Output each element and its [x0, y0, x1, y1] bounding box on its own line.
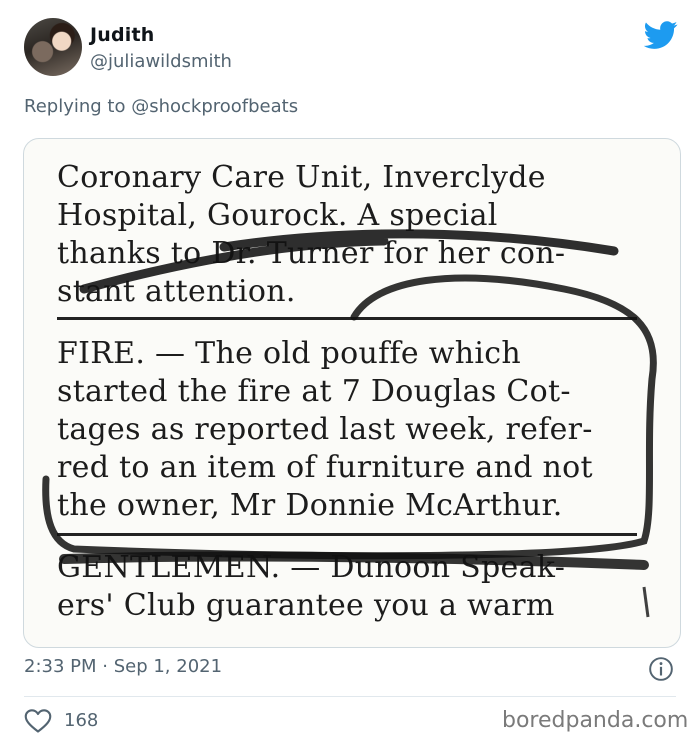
author-handle[interactable]: @juliawildsmith	[90, 51, 232, 72]
heart-icon[interactable]	[24, 708, 52, 734]
divider	[24, 696, 676, 697]
replying-mention[interactable]: @shockproofbeats	[131, 96, 298, 117]
twitter-bird-icon[interactable]	[644, 18, 678, 52]
tweet-header: Judith @juliawildsmith	[24, 18, 684, 80]
replying-to: Replying to @shockproofbeats	[24, 96, 298, 117]
like-count: 168	[64, 710, 99, 731]
newspaper-clipping: Coronary Care Unit, Inverclyde Hospital,…	[24, 139, 680, 647]
marker-circle-scribble	[42, 229, 657, 618]
watermark: boredpanda.com	[502, 708, 689, 733]
author-name[interactable]: Judith	[90, 24, 155, 46]
avatar[interactable]	[24, 18, 82, 76]
replying-prefix: Replying to	[24, 96, 126, 117]
tweet-timestamp[interactable]: 2:33 PM · Sep 1, 2021	[24, 656, 222, 677]
tweet-media-image[interactable]: Coronary Care Unit, Inverclyde Hospital,…	[23, 138, 681, 648]
info-icon[interactable]	[648, 656, 674, 682]
